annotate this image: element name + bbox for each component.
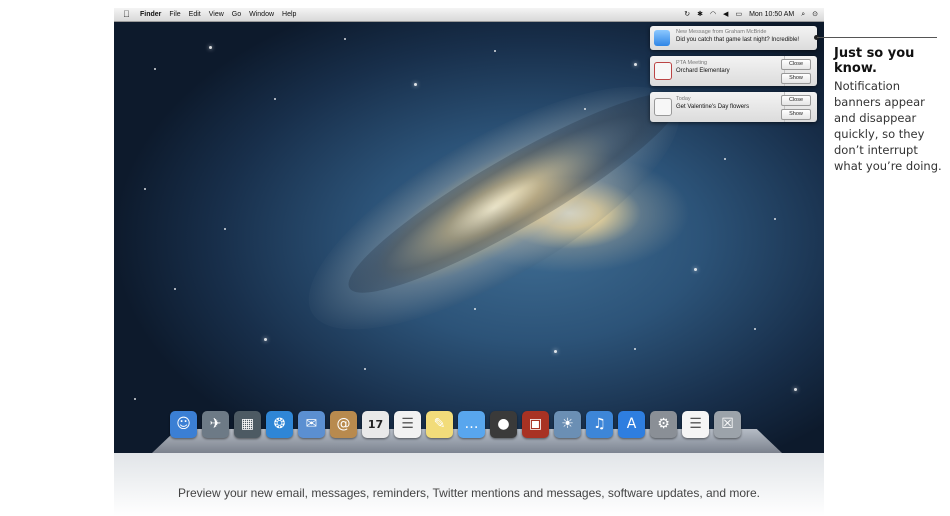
photo-booth-icon[interactable]: ▣ [522,411,549,438]
safari-icon[interactable]: ❂ [266,411,293,438]
bluetooth-icon[interactable]: ✱ [697,8,703,21]
menu-extras: ↻ ✱ ◠ ◀ ▭ Mon 10:50 AM ⌕ ⊙ [684,8,818,21]
caption: Preview your new email, messages, remind… [177,486,761,500]
star [584,108,586,110]
star [554,350,557,353]
facetime-icon[interactable]: ● [490,411,517,438]
calendar-icon [654,62,672,80]
launchpad-icon[interactable]: ✈ [202,411,229,438]
notification-title: PTA Meeting [676,60,708,66]
star [364,368,366,370]
notes-icon[interactable]: ✎ [426,411,453,438]
menu-file[interactable]: File [169,8,180,21]
star [634,63,637,66]
star [794,388,797,391]
apple-icon[interactable]:  [123,8,130,21]
screen-reflection [114,453,824,516]
notification-title: New Message from Graham McBride [676,29,767,35]
volume-icon[interactable]: ◀ [723,8,728,21]
menu-go[interactable]: Go [232,8,241,21]
time-machine-icon[interactable]: ↻ [684,8,690,21]
menu-app-name[interactable]: Finder [140,8,161,21]
menu-edit[interactable]: Edit [189,8,201,21]
star [209,46,212,49]
show-button[interactable]: Show [781,73,811,84]
mission-control-icon[interactable]: ▦ [234,411,261,438]
star [414,83,417,86]
app-store-icon[interactable]: A [618,411,645,438]
notification-reminder[interactable]: Today Get Valentine's Day flowers Close … [650,92,817,122]
calendar-icon[interactable]: 17 [362,411,389,438]
dock: ☺ ✈ ▦ ❂ ✉ @17 ☰ ✎… ● ▣ ☀ ♫ A ⚙ ☰ ☒ [170,411,741,438]
notification-body: Get Valentine's Day flowers [676,104,750,110]
star [494,50,496,52]
notification-body: Orchard Elementary [676,68,730,74]
star [724,158,726,160]
notification-body: Did you catch that game last night? Incr… [676,37,800,43]
star [344,38,346,40]
star [634,348,636,350]
finder-icon[interactable]: ☺ [170,411,197,438]
notification-calendar[interactable]: PTA Meeting Orchard Elementary Close Sho… [650,56,817,86]
menu-window[interactable]: Window [249,8,274,21]
star [264,338,267,341]
menu-help[interactable]: Help [282,8,296,21]
star [144,188,146,190]
callout-line [817,37,937,38]
close-button[interactable]: Close [781,59,811,70]
trash-icon[interactable]: ☒ [714,411,741,438]
pages-document-icon[interactable]: ☰ [682,411,709,438]
notification-title: Today [676,96,691,102]
itunes-icon[interactable]: ♫ [586,411,613,438]
contacts-icon[interactable]: @ [330,411,357,438]
sidebar-text: Notification banners appear and disappea… [834,79,942,173]
system-preferences-icon[interactable]: ⚙ [650,411,677,438]
notification-center-icon[interactable]: ⊙ [812,8,818,21]
show-button[interactable]: Show [781,109,811,120]
wifi-icon[interactable]: ◠ [710,8,716,21]
star [774,218,776,220]
reminders-icon [654,98,672,116]
notification-message[interactable]: New Message from Graham McBride Did you … [650,26,817,50]
menu-bar:  Finder File Edit View Go Window Help ↻… [114,8,824,22]
sidebar-title: Just so you know. [834,46,915,76]
menu-items: Finder File Edit View Go Window Help [140,8,296,21]
star [474,308,476,310]
star [134,398,136,400]
battery-icon[interactable]: ▭ [735,8,742,21]
star [274,98,276,100]
star [154,68,156,70]
iphoto-icon[interactable]: ☀ [554,411,581,438]
menu-view[interactable]: View [209,8,224,21]
messages-icon[interactable]: … [458,411,485,438]
clock[interactable]: Mon 10:50 AM [749,8,794,21]
desktop-screen:  Finder File Edit View Go Window Help ↻… [114,8,824,453]
mail-icon[interactable]: ✉ [298,411,325,438]
close-button[interactable]: Close [781,95,811,106]
star [694,268,697,271]
spotlight-icon[interactable]: ⌕ [801,8,805,21]
reminders-icon[interactable]: ☰ [394,411,421,438]
galaxy-dust-lane [331,67,697,319]
star [754,328,756,330]
star [174,288,176,290]
messages-icon [654,30,670,46]
star [224,228,226,230]
